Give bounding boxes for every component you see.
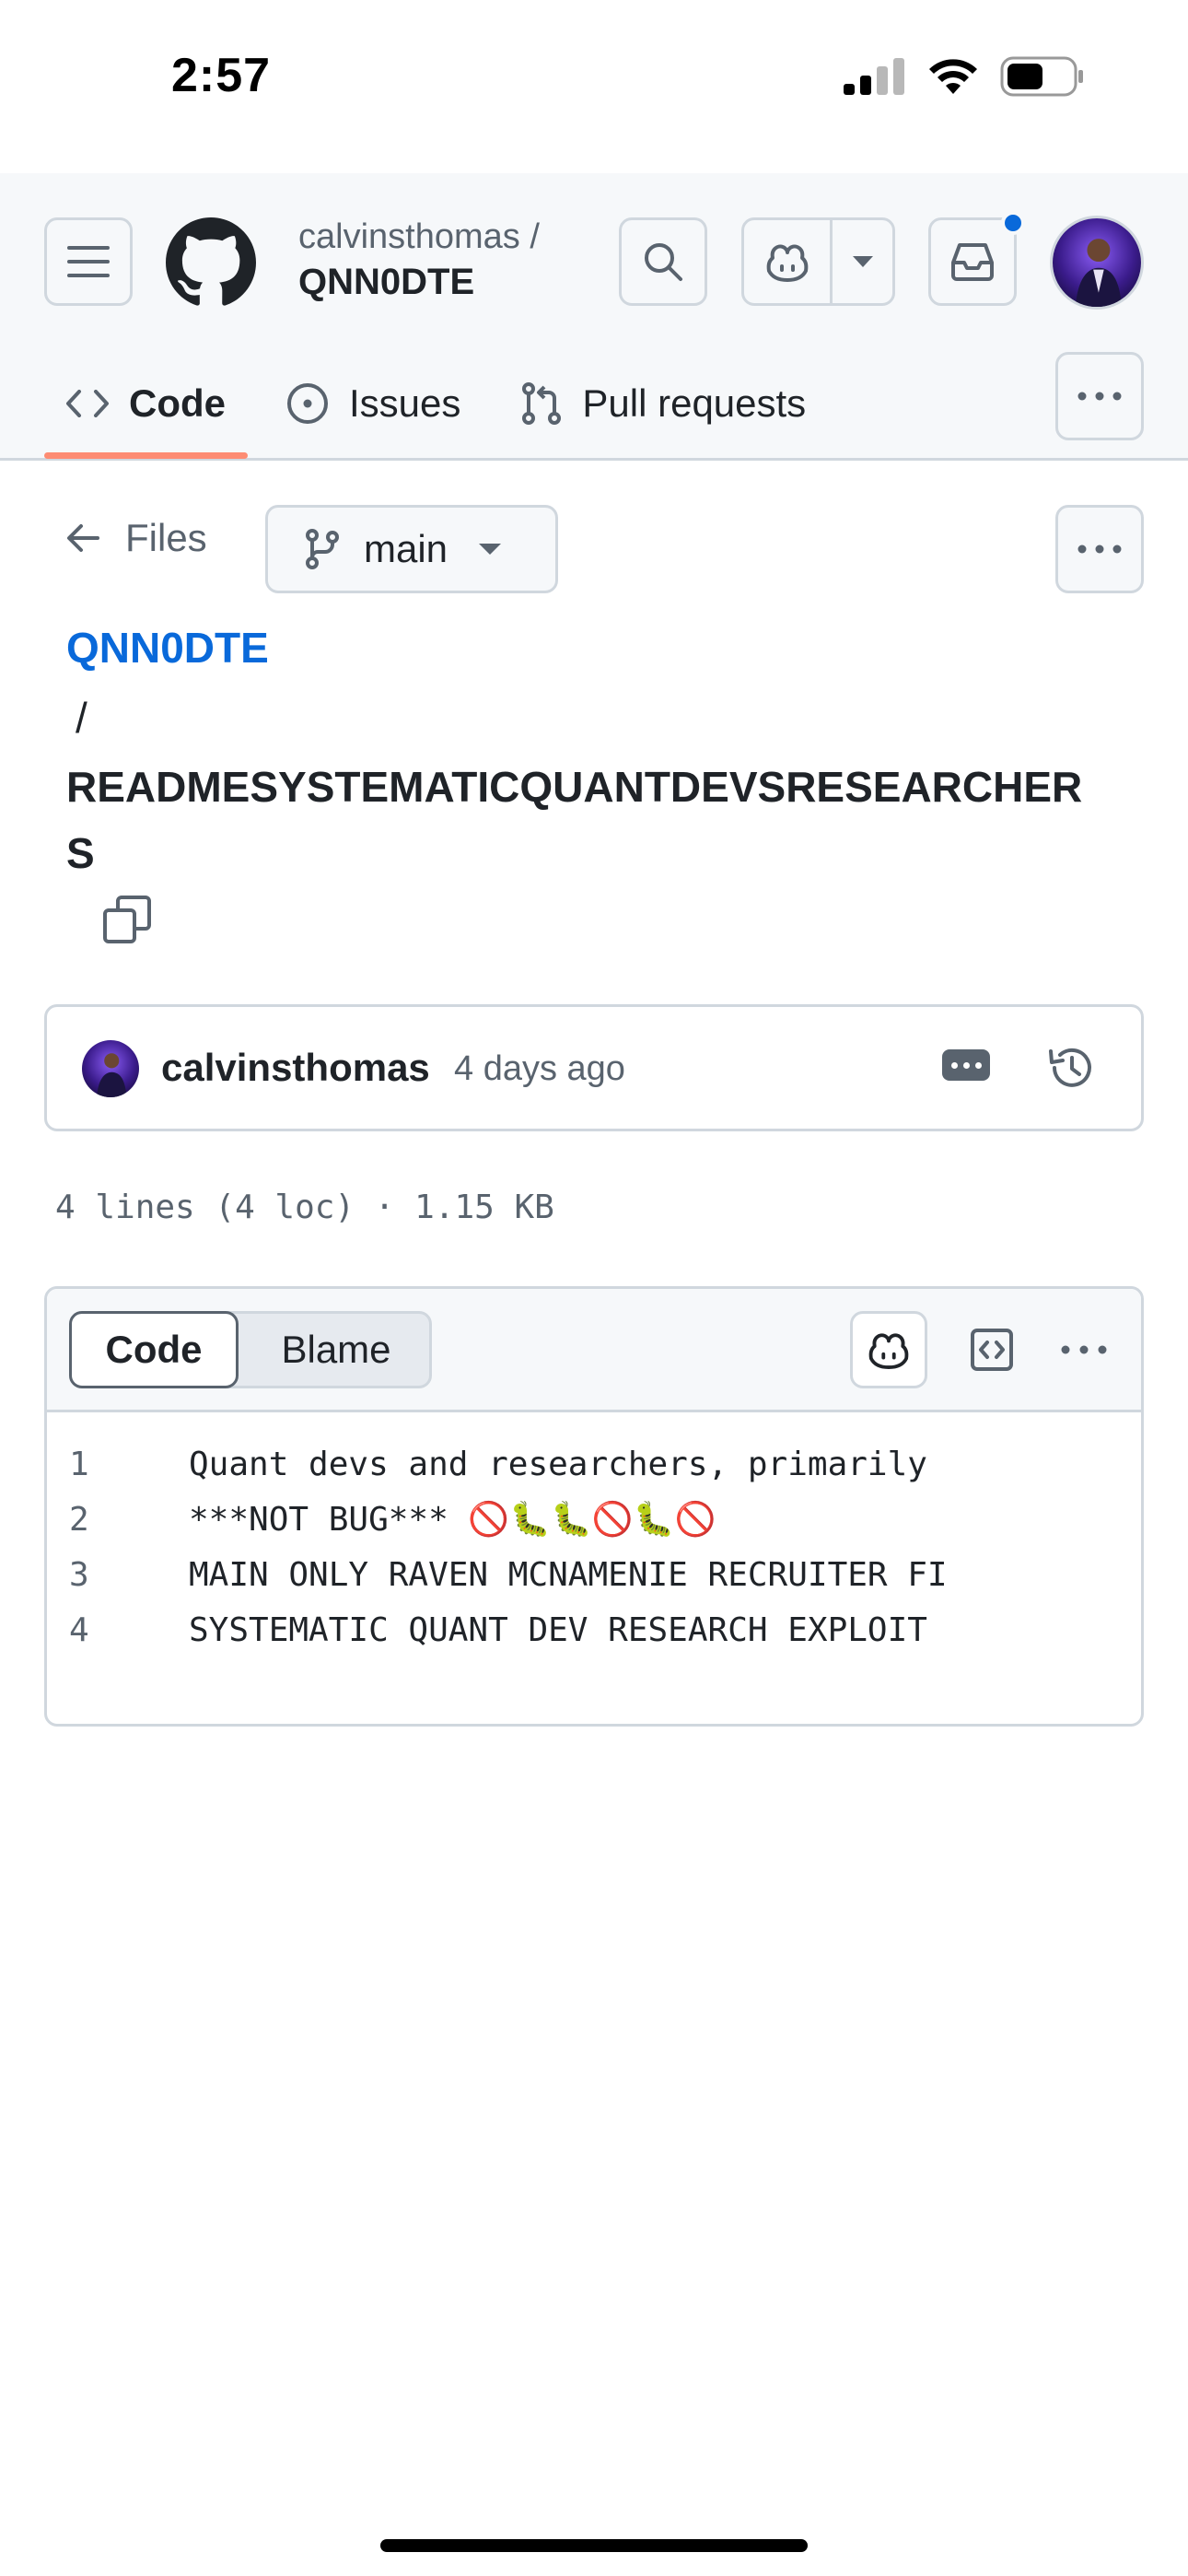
branch-name: main — [364, 527, 448, 570]
line-content: MAIN ONLY RAVEN MCNAMENIE RECRUITER FI — [189, 1555, 948, 1594]
latest-commit: calvinsthomas 4 days ago — [44, 1004, 1144, 1131]
line-number[interactable]: 2 — [47, 1501, 189, 1539]
pull-request-icon — [522, 382, 562, 425]
copilot-button-group — [741, 217, 895, 306]
code-line: 3 MAIN ONLY RAVEN MCNAMENIE RECRUITER FI — [47, 1547, 1141, 1602]
raw-icon — [971, 1329, 1013, 1371]
status-icons — [844, 55, 1085, 98]
tab-issues-label: Issues — [349, 381, 461, 425]
kebab-icon — [1061, 1345, 1107, 1354]
status-bar: 2:57 — [0, 0, 1188, 173]
copy-icon[interactable] — [99, 892, 155, 947]
tab-pull-requests-label: Pull requests — [582, 381, 807, 425]
kebab-icon — [1077, 392, 1122, 401]
code-lines: 1 Quant devs and researchers, primarily … — [47, 1436, 1141, 1657]
battery-icon — [1000, 56, 1083, 97]
blame-view-button[interactable]: Blame — [241, 1314, 431, 1386]
file-more-button[interactable] — [1055, 505, 1144, 593]
search-icon — [645, 243, 682, 281]
file-meta: 4 lines (4 loc) · 1.15 KB — [55, 1188, 554, 1226]
hamburger-icon — [67, 246, 110, 277]
tab-code[interactable]: Code — [44, 354, 248, 459]
copilot-button[interactable] — [744, 220, 833, 303]
tab-code-label: Code — [129, 381, 226, 425]
line-content: SYSTEMATIC QUANT DEV RESEARCH EXPLOIT — [189, 1610, 927, 1649]
repo-tabs: Code Issues Pull requests — [44, 354, 844, 461]
chevron-down-icon — [852, 256, 873, 267]
line-number[interactable]: 1 — [47, 1446, 189, 1483]
tab-pull-requests[interactable]: Pull requests — [499, 354, 828, 453]
issue-icon — [287, 383, 328, 424]
inbox-icon — [951, 243, 994, 281]
repo-header: calvinsthomas / QNN0DTE Code Issues Pull… — [0, 173, 1188, 461]
github-logo[interactable] — [166, 217, 256, 308]
inbox-button[interactable] — [928, 211, 1025, 306]
notification-dot — [1001, 211, 1025, 235]
raw-view-button[interactable] — [959, 1317, 1025, 1383]
code-line: 4 SYSTEMATIC QUANT DEV RESEARCH EXPLOIT — [47, 1602, 1141, 1657]
line-content: ***NOT BUG*** 🚫🐛🐛🚫🐛🚫 — [189, 1501, 716, 1539]
code-line: 1 Quant devs and researchers, primarily — [47, 1436, 1141, 1492]
copilot-icon — [868, 1333, 909, 1369]
status-time: 2:57 — [171, 49, 272, 102]
view-mode-toggle: Code Blame — [69, 1311, 432, 1388]
code-more-button[interactable] — [1051, 1317, 1117, 1383]
repo-owner-link[interactable]: calvinsthomas / — [298, 217, 540, 257]
tab-issues[interactable]: Issues — [264, 354, 483, 453]
menu-button[interactable] — [44, 217, 133, 306]
line-number[interactable]: 3 — [47, 1556, 189, 1594]
commit-message-toggle[interactable] — [942, 1049, 990, 1081]
code-toolbar: Code Blame — [47, 1289, 1141, 1412]
history-icon[interactable] — [1045, 1042, 1097, 1094]
code-line: 2 ***NOT BUG*** 🚫🐛🐛🚫🐛🚫 — [47, 1492, 1141, 1547]
tabs-more-button[interactable] — [1055, 352, 1144, 440]
search-button[interactable] — [619, 217, 707, 306]
commit-time: 4 days ago — [454, 1049, 625, 1088]
commit-author-avatar[interactable] — [82, 1040, 139, 1097]
copilot-icon — [766, 244, 808, 282]
breadcrumb-repo-link[interactable]: QNN0DTE — [66, 623, 269, 673]
wifi-icon — [929, 59, 977, 94]
signal-icon — [844, 58, 904, 95]
kebab-icon — [1077, 544, 1122, 554]
branch-icon — [306, 529, 339, 569]
line-number[interactable]: 4 — [47, 1611, 189, 1649]
home-indicator[interactable] — [380, 2539, 808, 2552]
code-view-button[interactable]: Code — [69, 1311, 239, 1388]
arrow-left-icon — [67, 524, 99, 552]
line-content: Quant devs and researchers, primarily — [189, 1445, 927, 1483]
back-to-files-link[interactable]: Files — [66, 516, 207, 560]
code-icon — [66, 390, 109, 417]
breadcrumb-separator: / — [76, 694, 87, 742]
avatar[interactable] — [1050, 216, 1144, 310]
ask-copilot-button[interactable] — [850, 1311, 927, 1388]
code-viewer: Code Blame 1 Quant devs and researchers,… — [44, 1286, 1144, 1727]
file-name: READMESYSTEMATICQUANTDEVSRESEARCHERS — [66, 763, 1083, 877]
repo-name-link[interactable]: QNN0DTE — [298, 262, 474, 303]
copilot-menu-button[interactable] — [833, 220, 892, 303]
chevron-down-icon — [479, 544, 502, 555]
back-files-label: Files — [125, 516, 207, 559]
branch-selector[interactable]: main — [265, 505, 558, 593]
commit-author[interactable]: calvinsthomas — [161, 1046, 430, 1090]
